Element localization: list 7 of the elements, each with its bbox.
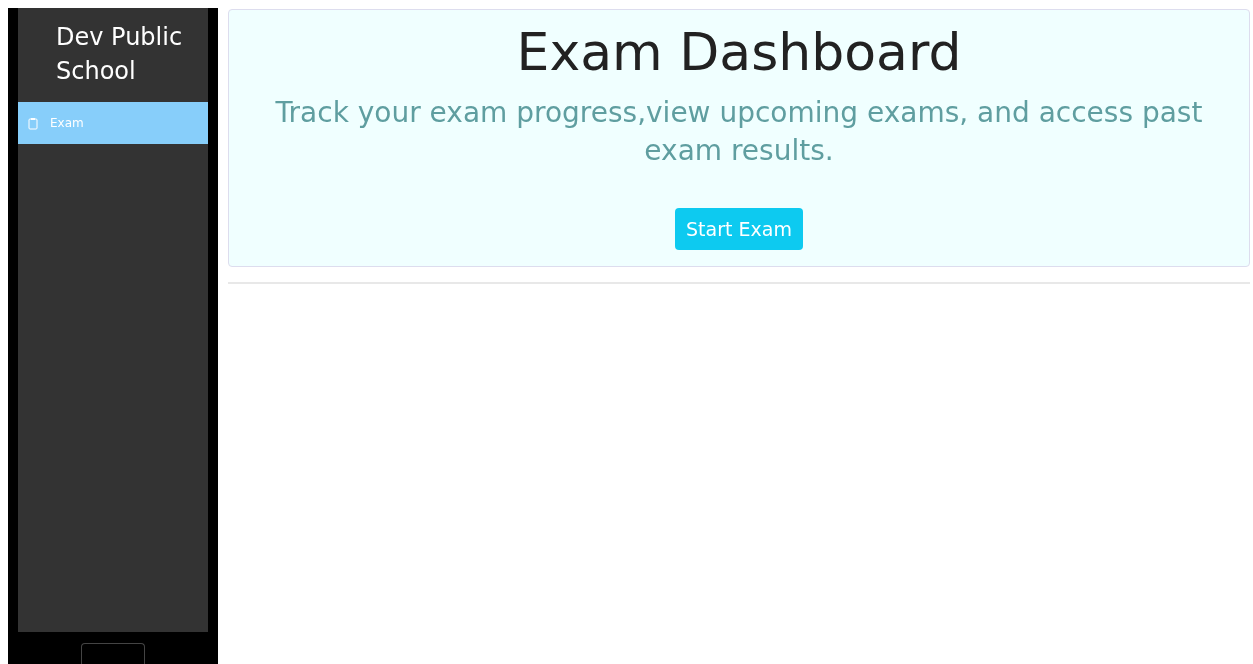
- page-title: Exam Dashboard: [516, 21, 962, 84]
- school-name: Dev Public School: [55, 22, 184, 87]
- start-exam-button[interactable]: Start Exam: [675, 208, 803, 250]
- sidebar-item[interactable]: Exam: [18, 102, 208, 144]
- clipboard-icon: [28, 116, 38, 130]
- page-subtitle: Track your exam progress,view upcoming exams, and access past exam results.: [274, 95, 1204, 169]
- sidebar-button[interactable]: [81, 643, 145, 664]
